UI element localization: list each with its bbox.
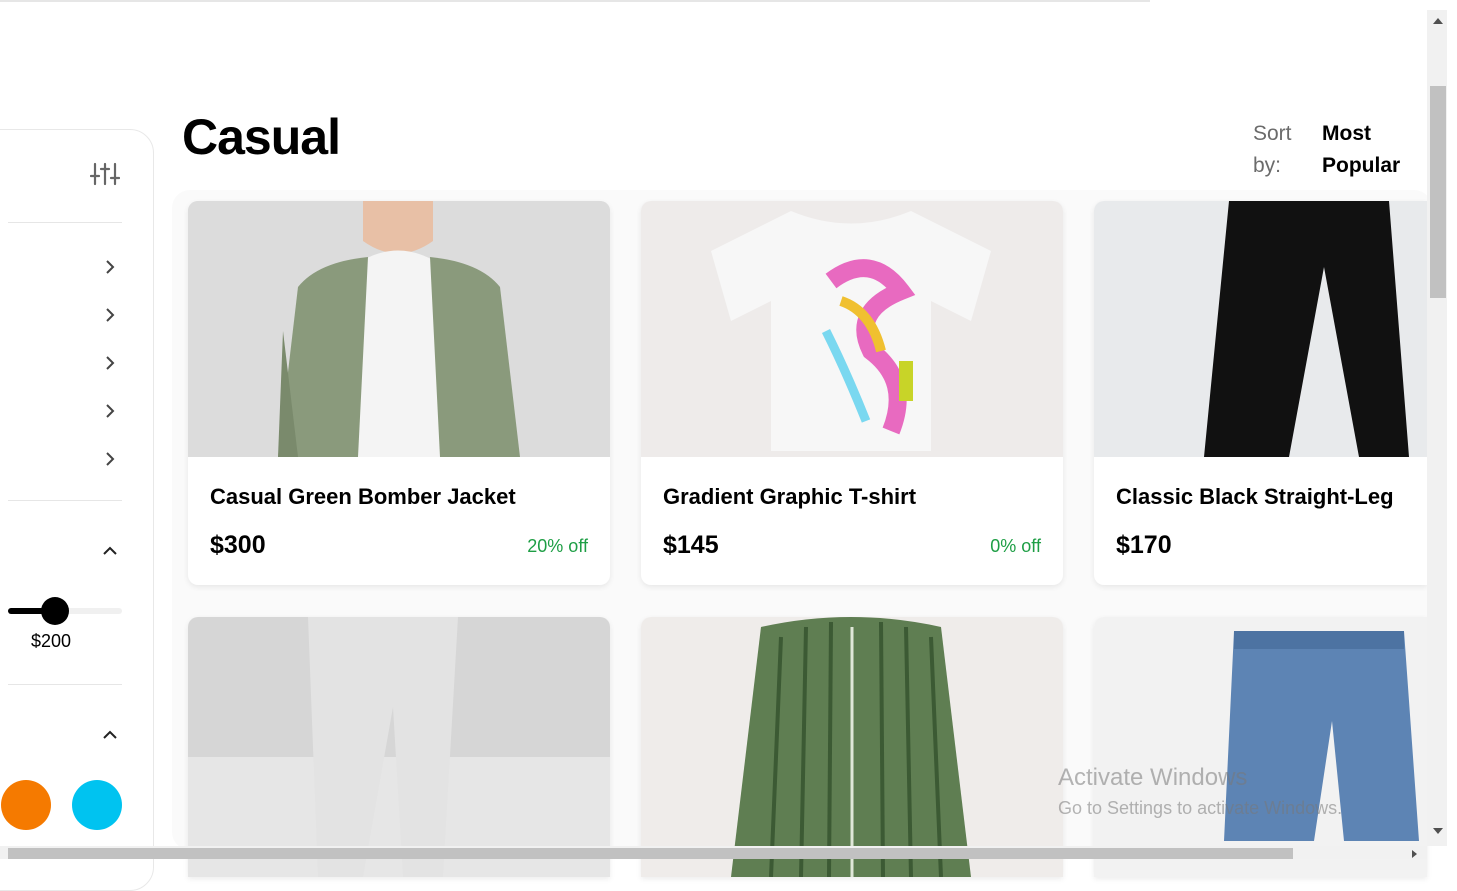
page-title: Casual [182, 109, 341, 165]
activation-watermark-subtitle: Go to Settings to activate Windows. [1058, 798, 1343, 818]
chevron-right-icon[interactable] [101, 306, 119, 324]
sort-dropdown[interactable]: Most Popular [1322, 118, 1412, 182]
chevron-right-icon[interactable] [101, 258, 119, 276]
product-card[interactable] [1094, 617, 1427, 877]
product-card[interactable]: Classic Black Straight-Leg $170 [1094, 201, 1427, 585]
chevron-right-icon[interactable] [101, 402, 119, 420]
activation-watermark-title: Activate Windows [1058, 764, 1248, 791]
chevron-up-icon[interactable] [101, 542, 119, 560]
scroll-up-arrow-icon[interactable] [1433, 18, 1443, 24]
product-card[interactable] [641, 617, 1063, 877]
sliders-icon[interactable] [90, 161, 120, 187]
sidebar-divider [8, 222, 122, 223]
product-name[interactable]: Casual Green Bomber Jacket [210, 484, 516, 510]
top-divider [0, 0, 1150, 2]
chevron-up-icon[interactable] [101, 726, 119, 744]
price-slider-value: $200 [31, 631, 72, 651]
product-name[interactable]: Gradient Graphic T-shirt [663, 484, 916, 510]
product-image[interactable] [188, 201, 610, 457]
product-price: $170 [1116, 531, 1172, 559]
product-price: $300 [210, 531, 266, 559]
product-image[interactable] [188, 617, 610, 877]
product-image[interactable] [641, 201, 1063, 457]
chevron-right-icon[interactable] [101, 354, 119, 372]
product-discount: 20% off [527, 536, 588, 556]
filters-sidebar [0, 129, 154, 891]
product-card[interactable] [188, 617, 610, 877]
product-discount: 0% off [990, 536, 1041, 556]
product-image[interactable] [1094, 617, 1427, 877]
sidebar-divider [8, 684, 122, 685]
scroll-right-arrow-icon[interactable] [1412, 850, 1417, 858]
product-card[interactable]: Casual Green Bomber Jacket $300 20% off [188, 201, 610, 585]
product-price: $145 [663, 531, 719, 559]
horizontal-scrollbar-thumb[interactable] [8, 848, 1293, 859]
color-swatch-orange[interactable] [1, 780, 51, 830]
product-name[interactable]: Classic Black Straight-Leg [1116, 484, 1394, 510]
sort-label: Sort by: [1253, 122, 1292, 177]
product-image[interactable] [1094, 201, 1427, 457]
color-swatch-cyan[interactable] [72, 780, 122, 830]
price-slider-handle[interactable] [41, 597, 69, 625]
product-image[interactable] [641, 617, 1063, 877]
sidebar-divider [8, 500, 122, 501]
product-card[interactable]: Gradient Graphic T-shirt $145 0% off [641, 201, 1063, 585]
vertical-scrollbar-thumb[interactable] [1430, 86, 1446, 298]
chevron-right-icon[interactable] [101, 450, 119, 468]
scroll-down-arrow-icon[interactable] [1433, 828, 1443, 834]
